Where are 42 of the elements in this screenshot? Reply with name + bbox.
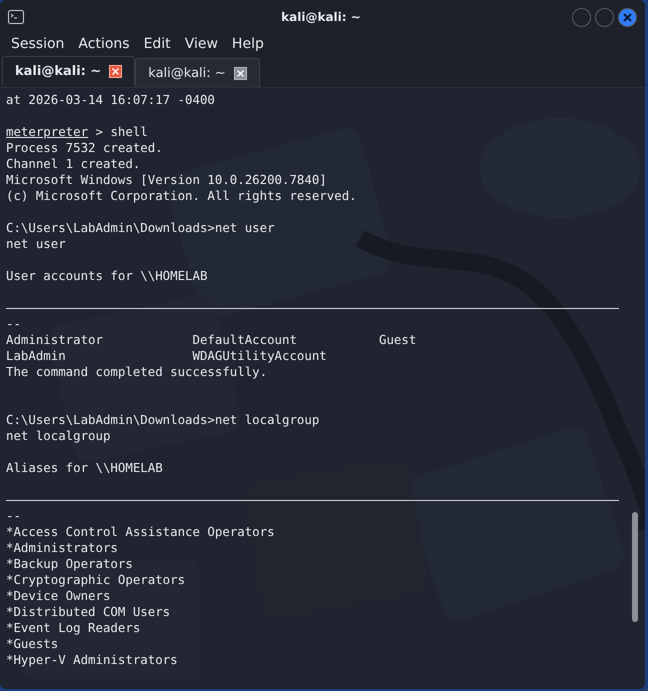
terminal-line: Channel 1 created. xyxy=(6,156,140,171)
terminal-line: User accounts for \\HOMELAB xyxy=(6,268,208,283)
terminal-line: *Guests xyxy=(6,636,58,651)
menu-item[interactable]: View xyxy=(178,36,225,52)
close-button[interactable] xyxy=(618,8,637,26)
terminal-line: Aliases for \\HOMELAB xyxy=(6,460,163,475)
close-icon[interactable] xyxy=(234,66,247,80)
terminal-line: *Access Control Assistance Operators xyxy=(6,524,275,539)
terminal-line: *Device Owners xyxy=(6,588,110,603)
terminal-line: (c) Microsoft Corporation. All rights reserved. xyxy=(6,188,357,203)
scrollbar-thumb[interactable] xyxy=(632,512,638,622)
close-icon[interactable] xyxy=(109,64,122,78)
maximize-button[interactable] xyxy=(595,8,614,26)
terminal-line: -- xyxy=(6,508,21,523)
window-title: kali@kali: ~ xyxy=(280,10,362,24)
terminal-line: Administrator DefaultAccount Guest xyxy=(6,332,416,347)
terminal-line: net user xyxy=(6,236,66,251)
terminal-tab[interactable]: kali@kali: ~ xyxy=(2,56,136,85)
terminal-line: net localgroup xyxy=(6,428,110,443)
minimize-button[interactable] xyxy=(572,8,591,26)
menu-item[interactable]: Session xyxy=(4,36,72,52)
terminal-line: *Backup Operators xyxy=(6,556,133,571)
terminal-line: Microsoft Windows [Version 10.0.26200.7840] xyxy=(6,172,327,187)
terminal-line: meterpreter > shell xyxy=(6,124,148,139)
terminal-line: Process 7532 created. xyxy=(6,140,163,155)
close-icon xyxy=(623,12,632,22)
terminal-line: The command completed successfully. xyxy=(6,364,268,379)
terminal-line: *Distributed COM Users xyxy=(6,604,170,619)
terminal-line: C:\Users\LabAdmin\Downloads>net localgroup xyxy=(6,412,320,427)
terminal-line: C:\Users\LabAdmin\Downloads>net user xyxy=(6,220,275,235)
terminal-tab[interactable]: kali@kali: ~ xyxy=(135,58,260,87)
terminal-line: *Event Log Readers xyxy=(6,620,140,635)
terminal-line: *Hyper-V Administrators xyxy=(6,652,178,667)
terminal-icon xyxy=(8,10,24,24)
terminal-line: at 2026-03-14 16:07:17 -0400 xyxy=(6,92,215,107)
terminal-line: *Administrators xyxy=(6,540,118,555)
terminal-line: *Cryptographic Operators xyxy=(6,572,186,587)
menu-item[interactable]: Actions xyxy=(71,36,137,52)
terminal-line: -- xyxy=(6,316,21,331)
menu-item[interactable]: Edit xyxy=(136,36,178,52)
terminal-line: LabAdmin WDAGUtilityAccount xyxy=(6,348,327,363)
menu-item[interactable]: Help xyxy=(224,36,271,52)
